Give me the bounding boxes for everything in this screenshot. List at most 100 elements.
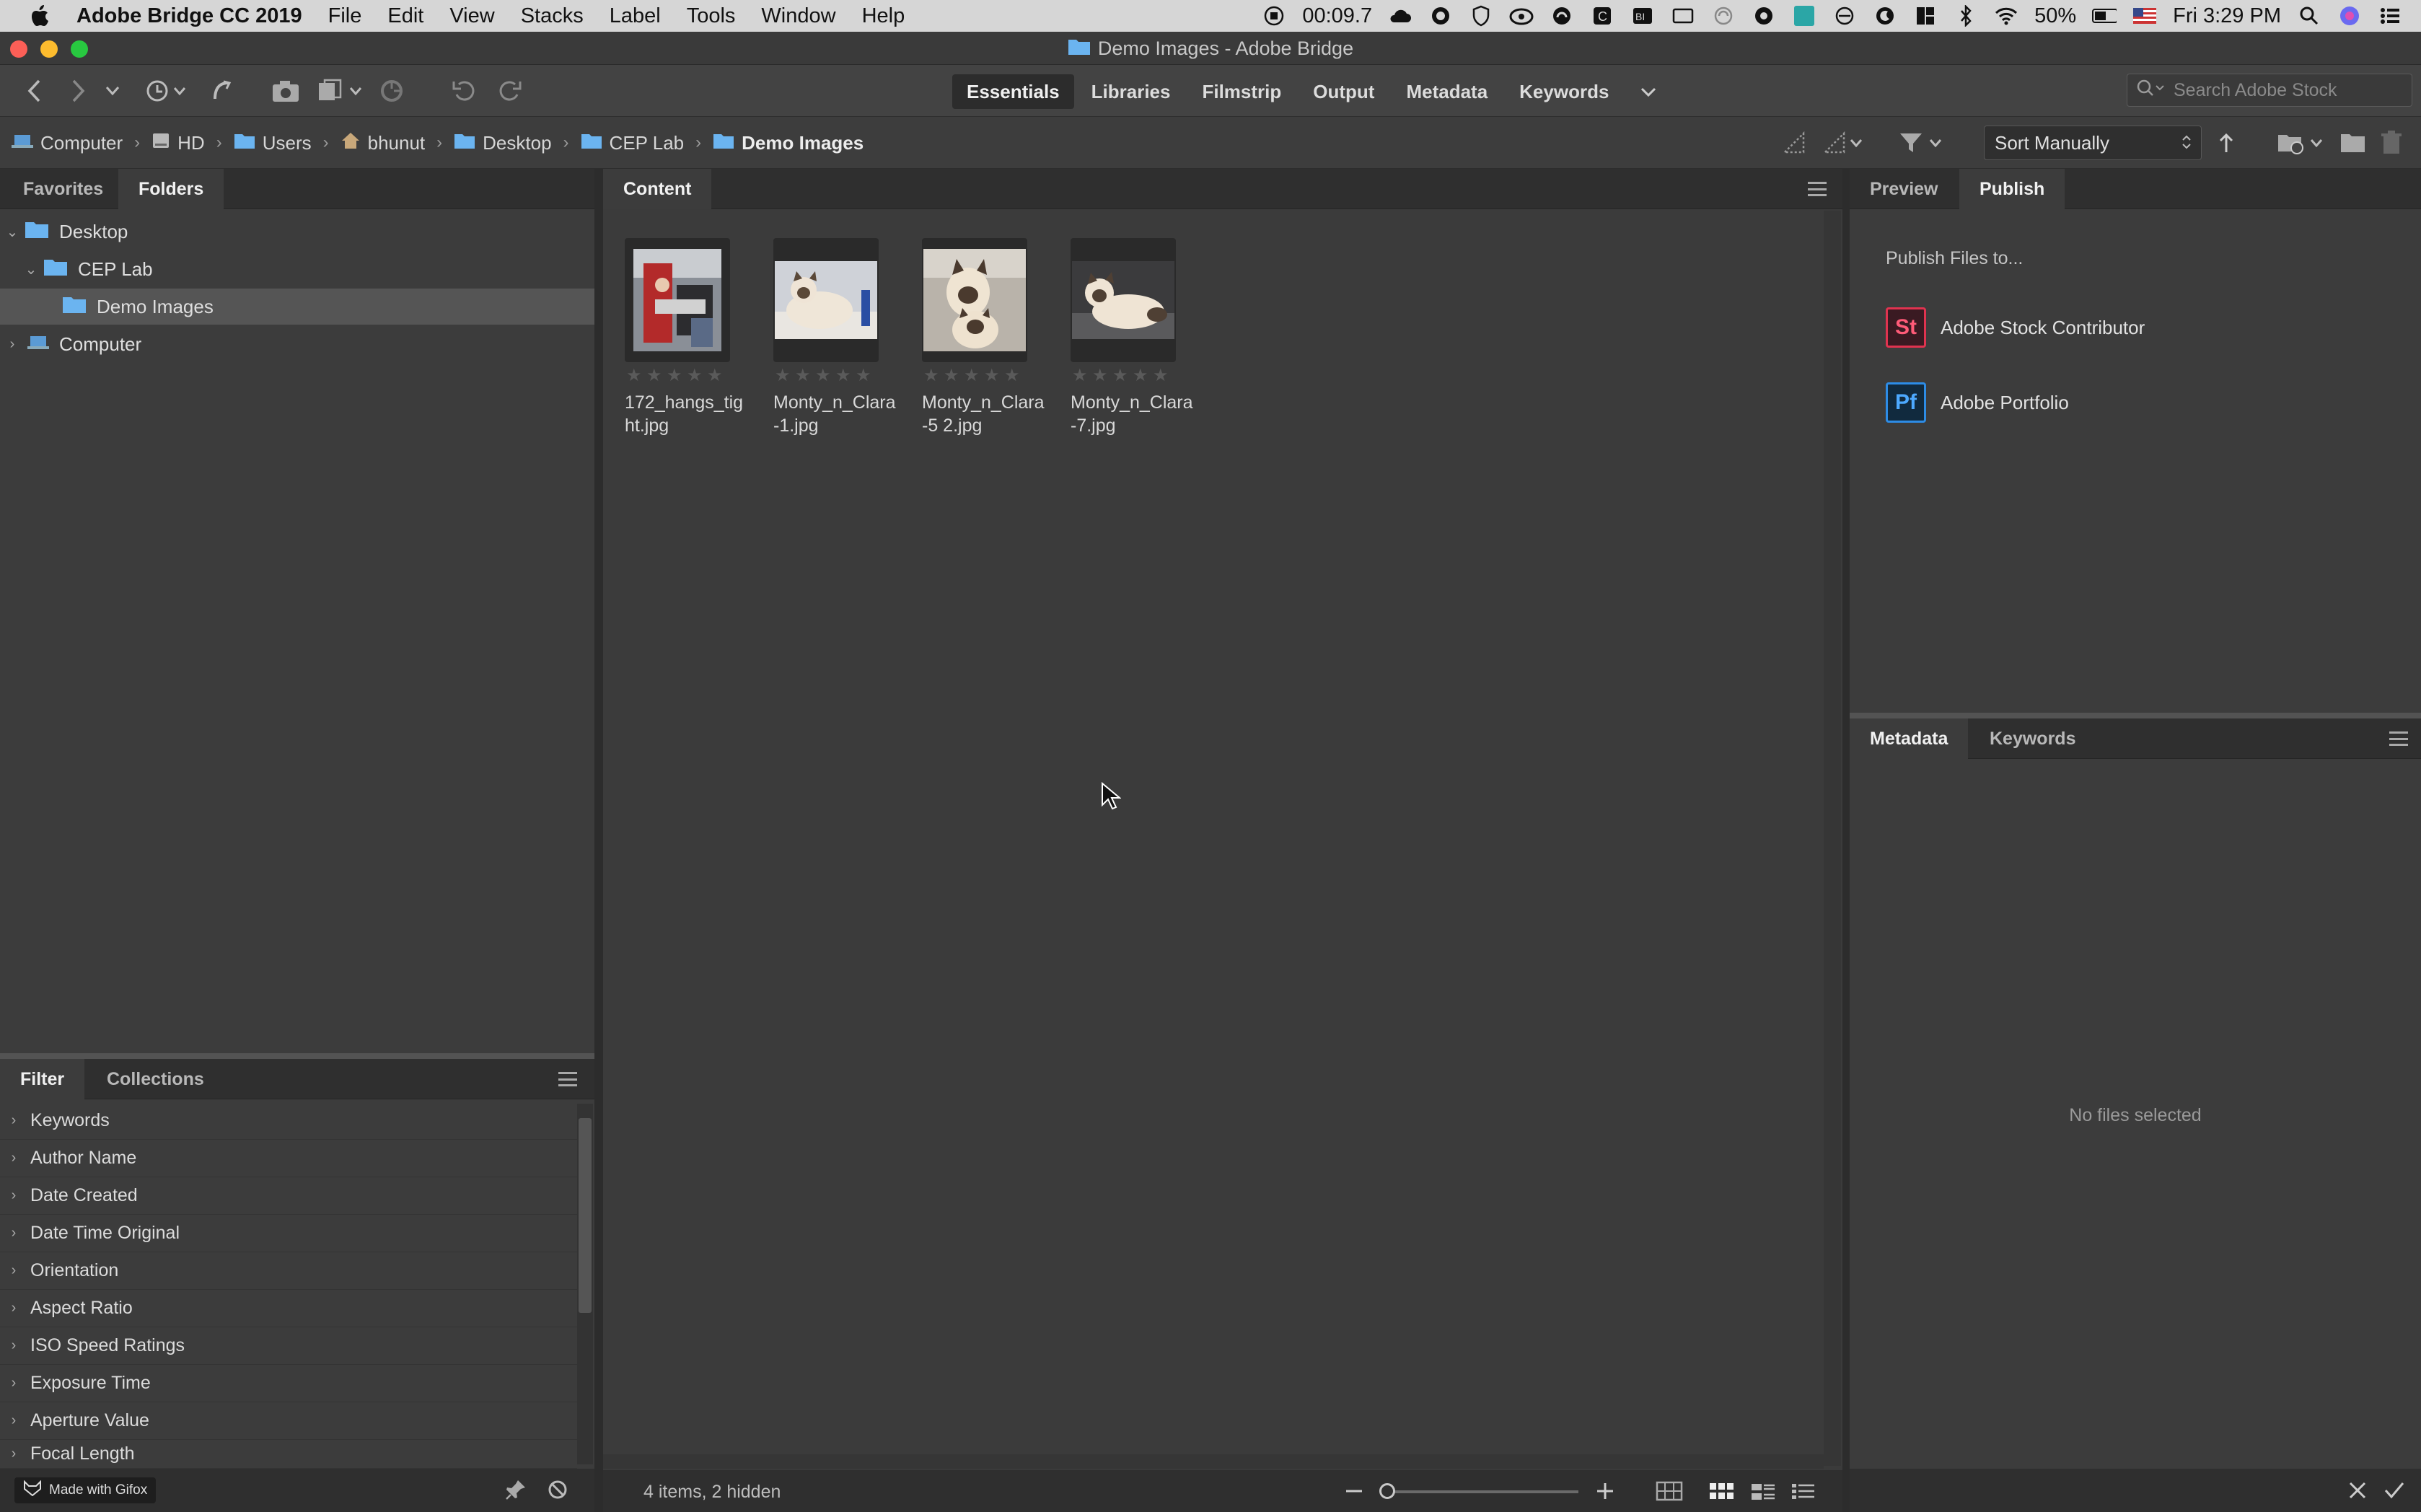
star-rating[interactable]: ★ ★ ★ ★ ★ xyxy=(922,367,1045,384)
chevron-down-icon[interactable] xyxy=(105,76,120,105)
workspace-output[interactable]: Output xyxy=(1299,74,1389,109)
get-photos-camera-icon[interactable] xyxy=(271,76,300,105)
workspace-more-chevron-icon[interactable] xyxy=(1626,74,1671,109)
panel-splitter-right[interactable] xyxy=(1842,169,1850,1512)
apple-menu-icon[interactable] xyxy=(26,3,56,29)
zoom-out-minus-icon[interactable] xyxy=(1343,1479,1365,1507)
filter-scrollbar-thumb[interactable] xyxy=(579,1118,592,1313)
filter-keywords[interactable]: › Keywords xyxy=(0,1102,577,1140)
filter-author-name[interactable]: › Author Name xyxy=(0,1140,577,1177)
star-icon[interactable]: ★ xyxy=(1112,367,1128,384)
siri-icon[interactable] xyxy=(2337,5,2362,27)
tab-favorites[interactable]: Favorites xyxy=(3,169,123,209)
star-icon[interactable]: ★ xyxy=(795,367,811,384)
recent-files-clock-icon[interactable] xyxy=(144,76,188,105)
filter-orientation[interactable]: › Orientation xyxy=(0,1252,577,1290)
forward-arrow-icon[interactable] xyxy=(71,76,87,105)
new-folder-icon[interactable] xyxy=(2340,128,2366,157)
metadata-panel-menu-icon[interactable] xyxy=(2389,731,2408,746)
star-icon[interactable]: ★ xyxy=(1153,367,1169,384)
disclosure-closed-icon[interactable]: › xyxy=(4,336,20,353)
tab-keywords[interactable]: Keywords xyxy=(1969,718,2096,759)
star-icon[interactable]: ★ xyxy=(1072,367,1088,384)
filter-items-icon[interactable] xyxy=(1899,128,1946,157)
content-horizontal-scrollbar[interactable] xyxy=(603,1454,1824,1469)
star-icon[interactable]: ★ xyxy=(687,367,703,384)
star-rating[interactable]: ★ ★ ★ ★ ★ xyxy=(625,367,747,384)
crumb-desktop[interactable]: Desktop xyxy=(454,132,552,154)
star-icon[interactable]: ★ xyxy=(707,367,723,384)
shield-icon[interactable] xyxy=(1469,5,1493,27)
star-icon[interactable]: ★ xyxy=(944,367,959,384)
star-icon[interactable]: ★ xyxy=(1004,367,1020,384)
adobe-stock-search-input[interactable]: Search Adobe Stock xyxy=(2127,74,2412,107)
crumb-bhunut[interactable]: bhunut xyxy=(340,131,425,155)
tab-preview[interactable]: Preview xyxy=(1850,169,1959,209)
panel-splitter-left[interactable] xyxy=(594,169,603,1512)
star-icon[interactable]: ★ xyxy=(1092,367,1108,384)
zoom-in-plus-icon[interactable] xyxy=(1594,1479,1616,1507)
tab-content[interactable]: Content xyxy=(603,169,712,209)
notification-center-icon[interactable] xyxy=(2378,5,2402,27)
file-thumbnail[interactable]: ★ ★ ★ ★ ★ 172_hangs_tight.jpg xyxy=(625,238,747,437)
workspace-keywords[interactable]: Keywords xyxy=(1505,74,1623,109)
rating-filter-icon[interactable] xyxy=(1822,128,1866,157)
cancel-x-icon[interactable] xyxy=(2347,1480,2368,1504)
tab-filter[interactable]: Filter xyxy=(0,1059,85,1099)
star-icon[interactable]: ★ xyxy=(775,367,791,384)
battery-icon[interactable] xyxy=(2092,5,2117,27)
grid-app-icon[interactable] xyxy=(1913,5,1938,27)
display-icon[interactable] xyxy=(1671,5,1695,27)
tab-collections[interactable]: Collections xyxy=(87,1059,224,1099)
file-thumbnail[interactable]: ★ ★ ★ ★ ★ Monty_n_Clara-5 2.jpg xyxy=(922,238,1045,437)
thumbnail-frame[interactable] xyxy=(625,238,730,362)
menubar-clock[interactable]: Fri 3:29 PM xyxy=(2173,4,2281,28)
star-icon[interactable]: ★ xyxy=(1133,367,1148,384)
file-thumbnail[interactable]: ★ ★ ★ ★ ★ Monty_n_Clara-7.jpg xyxy=(1071,238,1193,437)
c-app-icon[interactable]: C xyxy=(1590,5,1614,27)
content-panel-menu-icon[interactable] xyxy=(1808,182,1827,196)
activity-icon[interactable] xyxy=(1711,5,1736,27)
sort-ascending-arrow-icon[interactable] xyxy=(2218,128,2235,157)
thumbnail-frame[interactable] xyxy=(922,238,1027,362)
bluetooth-icon[interactable] xyxy=(1954,5,1978,27)
filter-panel-menu-icon[interactable] xyxy=(558,1072,577,1086)
publish-service-adobe-stock[interactable]: St Adobe Stock Contributor xyxy=(1886,306,2145,349)
menu-stacks[interactable]: Stacks xyxy=(521,4,584,28)
star-rating[interactable]: ★ ★ ★ ★ ★ xyxy=(1071,367,1193,384)
menu-window[interactable]: Window xyxy=(761,4,835,28)
filter-focal-length[interactable]: › Focal Length xyxy=(0,1440,577,1469)
disclosure-open-icon[interactable]: ⌄ xyxy=(23,260,39,278)
workspace-filmstrip[interactable]: Filmstrip xyxy=(1187,74,1296,109)
thumbnail-size-slider[interactable] xyxy=(1379,1483,1578,1499)
filter-date-time-original[interactable]: › Date Time Original xyxy=(0,1215,577,1252)
bartender-icon[interactable]: BI xyxy=(1630,5,1655,27)
clear-filter-icon[interactable] xyxy=(547,1479,568,1504)
refine-stack-icon[interactable] xyxy=(317,76,365,105)
filter-exposure-time[interactable]: › Exposure Time xyxy=(0,1365,577,1402)
tab-publish[interactable]: Publish xyxy=(1959,169,2065,209)
crumb-cep-lab[interactable]: CEP Lab xyxy=(581,132,684,154)
workspace-essentials[interactable]: Essentials xyxy=(952,74,1074,109)
star-icon[interactable]: ★ xyxy=(984,367,1000,384)
thumbnail-frame[interactable] xyxy=(773,238,879,362)
menu-tools[interactable]: Tools xyxy=(687,4,736,28)
filter-scrollbar[interactable] xyxy=(577,1104,593,1464)
star-icon[interactable]: ★ xyxy=(646,367,662,384)
back-arrow-icon[interactable] xyxy=(26,76,42,105)
tree-item-desktop[interactable]: ⌄ Desktop xyxy=(0,214,594,250)
crumb-hd[interactable]: HD xyxy=(151,131,205,155)
file-name[interactable]: Monty_n_Clara-5 2.jpg xyxy=(922,391,1045,437)
creative-cloud-icon[interactable] xyxy=(1509,5,1534,27)
open-recent-folder-icon[interactable] xyxy=(2277,128,2327,157)
filter-aperture-value[interactable]: › Aperture Value xyxy=(0,1402,577,1440)
content-scrollbar[interactable] xyxy=(1824,211,1841,1466)
gear-badge-icon[interactable] xyxy=(1752,5,1776,27)
star-icon[interactable]: ★ xyxy=(923,367,939,384)
filter-iso-speed[interactable]: › ISO Speed Ratings xyxy=(0,1327,577,1365)
quality-options-icon[interactable] xyxy=(1782,128,1808,157)
workspace-libraries[interactable]: Libraries xyxy=(1077,74,1185,109)
view-details-icon[interactable] xyxy=(1750,1479,1776,1507)
crumb-users[interactable]: Users xyxy=(234,132,312,154)
tree-item-cep-lab[interactable]: ⌄ CEP Lab xyxy=(0,251,594,287)
